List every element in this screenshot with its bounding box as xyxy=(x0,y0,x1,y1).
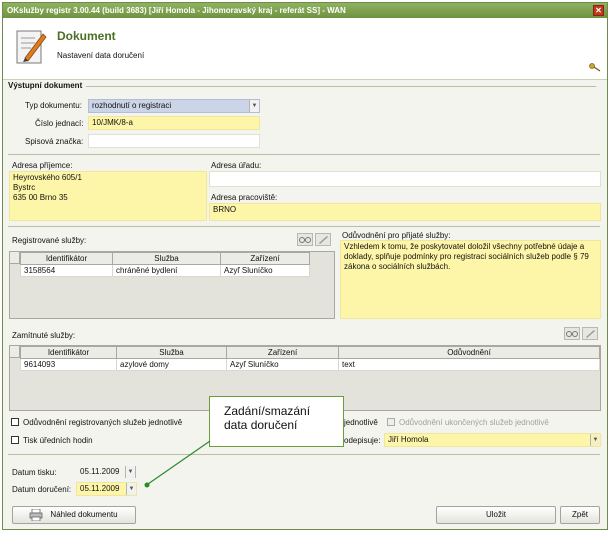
delivery-date-value: 05.11.2009 xyxy=(80,484,120,493)
back-button[interactable]: Zpět xyxy=(560,506,600,524)
recipient-line-1: Heyrovského 605/1 xyxy=(13,173,82,182)
edit-icon[interactable] xyxy=(315,233,331,246)
office-address-label: Adresa úřadu: xyxy=(211,161,262,170)
recipient-address-label: Adresa příjemce: xyxy=(12,161,73,170)
cell-facility: Azyľ Sluníčko xyxy=(220,264,310,277)
calendar-dropdown-icon[interactable]: ▼ xyxy=(126,483,136,495)
section-divider xyxy=(86,86,596,87)
justification-text[interactable]: Vzhledem k tomu, že poskytovatel doložil… xyxy=(340,240,601,319)
table-row[interactable]: 3158564 chráněné bydlení Azyľ Sluníčko xyxy=(20,264,310,277)
section-title-output: Výstupní dokument xyxy=(8,81,83,90)
header-subtitle: Nastavení data doručení xyxy=(57,51,145,60)
registered-services-table: Identifikátor Služba Zařízení 3158564 ch… xyxy=(9,251,335,319)
annotation-callout: Zadání/smazání data doručení xyxy=(209,396,344,447)
column-header-facility[interactable]: Zařízení xyxy=(226,346,339,359)
callout-line-2: data doručení xyxy=(224,418,298,432)
recipient-address-field[interactable]: Heyrovského 605/1 Bystrc 635 00 Brno 35 xyxy=(9,171,207,221)
cell-reason: text xyxy=(338,358,600,371)
divider xyxy=(8,226,600,227)
registered-table-grid: Identifikátor Služba Zařízení 3158564 ch… xyxy=(20,252,310,277)
file-mark-field[interactable] xyxy=(88,134,260,148)
header-title: Dokument xyxy=(57,29,116,43)
column-header-service[interactable]: Služba xyxy=(116,346,227,359)
registered-services-label: Registrované služby: xyxy=(12,236,87,245)
cell-id: 9614093 xyxy=(20,358,117,371)
grid-corner xyxy=(10,346,20,358)
glasses-icon[interactable] xyxy=(564,327,580,340)
grid-corner xyxy=(10,252,20,264)
column-header-reason[interactable]: Odůvodnění xyxy=(338,346,600,359)
divider xyxy=(8,454,600,455)
print-date-value: 05.11.2009 xyxy=(80,467,120,476)
doc-type-value: rozhodnutí o registraci xyxy=(92,101,172,110)
doc-type-select[interactable]: rozhodnutí o registraci ▼ xyxy=(88,99,260,113)
glasses-icon[interactable] xyxy=(297,233,313,246)
delivery-date-label: Datum doručení: xyxy=(12,485,72,494)
ref-number-field[interactable]: 10/JMK/8-a xyxy=(88,116,260,130)
cell-facility: Azyľ Sluníčko xyxy=(226,358,339,371)
print-hours-checkbox[interactable] xyxy=(11,436,19,444)
workplace-address-label: Adresa pracoviště: xyxy=(211,193,278,202)
preview-button-label: Náhled dokumentu xyxy=(50,510,118,519)
divider xyxy=(8,154,600,155)
window-title: OKslužby registr 3.00.44 (build 3683) [J… xyxy=(7,6,346,15)
individual-terminated-label: Odůvodnění ukončených služeb jednotlivě xyxy=(399,418,549,427)
office-address-field[interactable] xyxy=(209,171,601,187)
cell-id: 3158564 xyxy=(20,264,113,277)
dialog-header: Dokument Nastavení data doručení xyxy=(3,18,607,80)
key-icon[interactable] xyxy=(589,62,601,72)
column-header-service[interactable]: Služba xyxy=(112,252,221,265)
print-date-field[interactable]: 05.11.2009 ▼ xyxy=(76,465,137,479)
document-pen-icon xyxy=(16,30,47,64)
chevron-down-icon[interactable]: ▼ xyxy=(590,434,600,446)
individual-registered-label: Odůvodnění registrovaných služeb jednotl… xyxy=(23,418,183,427)
signer-value: Jiří Homola xyxy=(388,435,429,444)
edit-icon[interactable] xyxy=(582,327,598,340)
column-header-id[interactable]: Identifikátor xyxy=(20,346,117,359)
workplace-address-field[interactable]: BRNO xyxy=(209,203,601,221)
chevron-down-icon[interactable]: ▼ xyxy=(249,100,259,112)
file-mark-label: Spisová značka: xyxy=(25,137,84,146)
individual-terminated-checkbox[interactable] xyxy=(387,418,395,426)
print-hours-label: Tisk úředních hodin xyxy=(23,436,93,445)
rejected-services-label: Zamítnuté služby: xyxy=(12,331,76,340)
title-bar: OKslužby registr 3.00.44 (build 3683) [J… xyxy=(3,3,607,18)
ref-number-label: Číslo jednací: xyxy=(35,119,84,128)
delivery-date-field[interactable]: 05.11.2009 ▼ xyxy=(76,482,137,496)
save-button[interactable]: Uložit xyxy=(436,506,556,524)
recipient-line-2: Bystrc xyxy=(13,183,36,192)
callout-line-1: Zadání/smazání xyxy=(224,404,311,418)
column-header-id[interactable]: Identifikátor xyxy=(20,252,113,265)
signer-select[interactable]: Jiří Homola ▼ xyxy=(384,433,601,447)
recipient-line-3: 635 00 Brno 35 xyxy=(13,193,68,202)
calendar-dropdown-icon[interactable]: ▼ xyxy=(125,466,136,478)
close-icon[interactable]: ✕ xyxy=(593,5,604,16)
print-date-label: Datum tisku: xyxy=(12,468,57,477)
cell-service: azylové domy xyxy=(116,358,227,371)
rejected-table-grid: Identifikátor Služba Zařízení Odůvodnění… xyxy=(20,346,600,371)
justification-label: Odůvodnění pro přijaté služby: xyxy=(342,231,451,240)
cell-service: chráněné bydlení xyxy=(112,264,221,277)
individual-registered-checkbox[interactable] xyxy=(11,418,19,426)
signer-label: odepisuje: xyxy=(344,436,381,445)
individual-partial-label: jednotlivě xyxy=(344,418,378,427)
preview-document-button[interactable]: Náhled dokumentu xyxy=(12,506,136,524)
table-row[interactable]: 9614093 azylové domy Azyľ Sluníčko text xyxy=(20,358,600,371)
column-header-facility[interactable]: Zařízení xyxy=(220,252,310,265)
doc-type-label: Typ dokumentu: xyxy=(25,101,82,110)
printer-icon xyxy=(29,509,43,521)
